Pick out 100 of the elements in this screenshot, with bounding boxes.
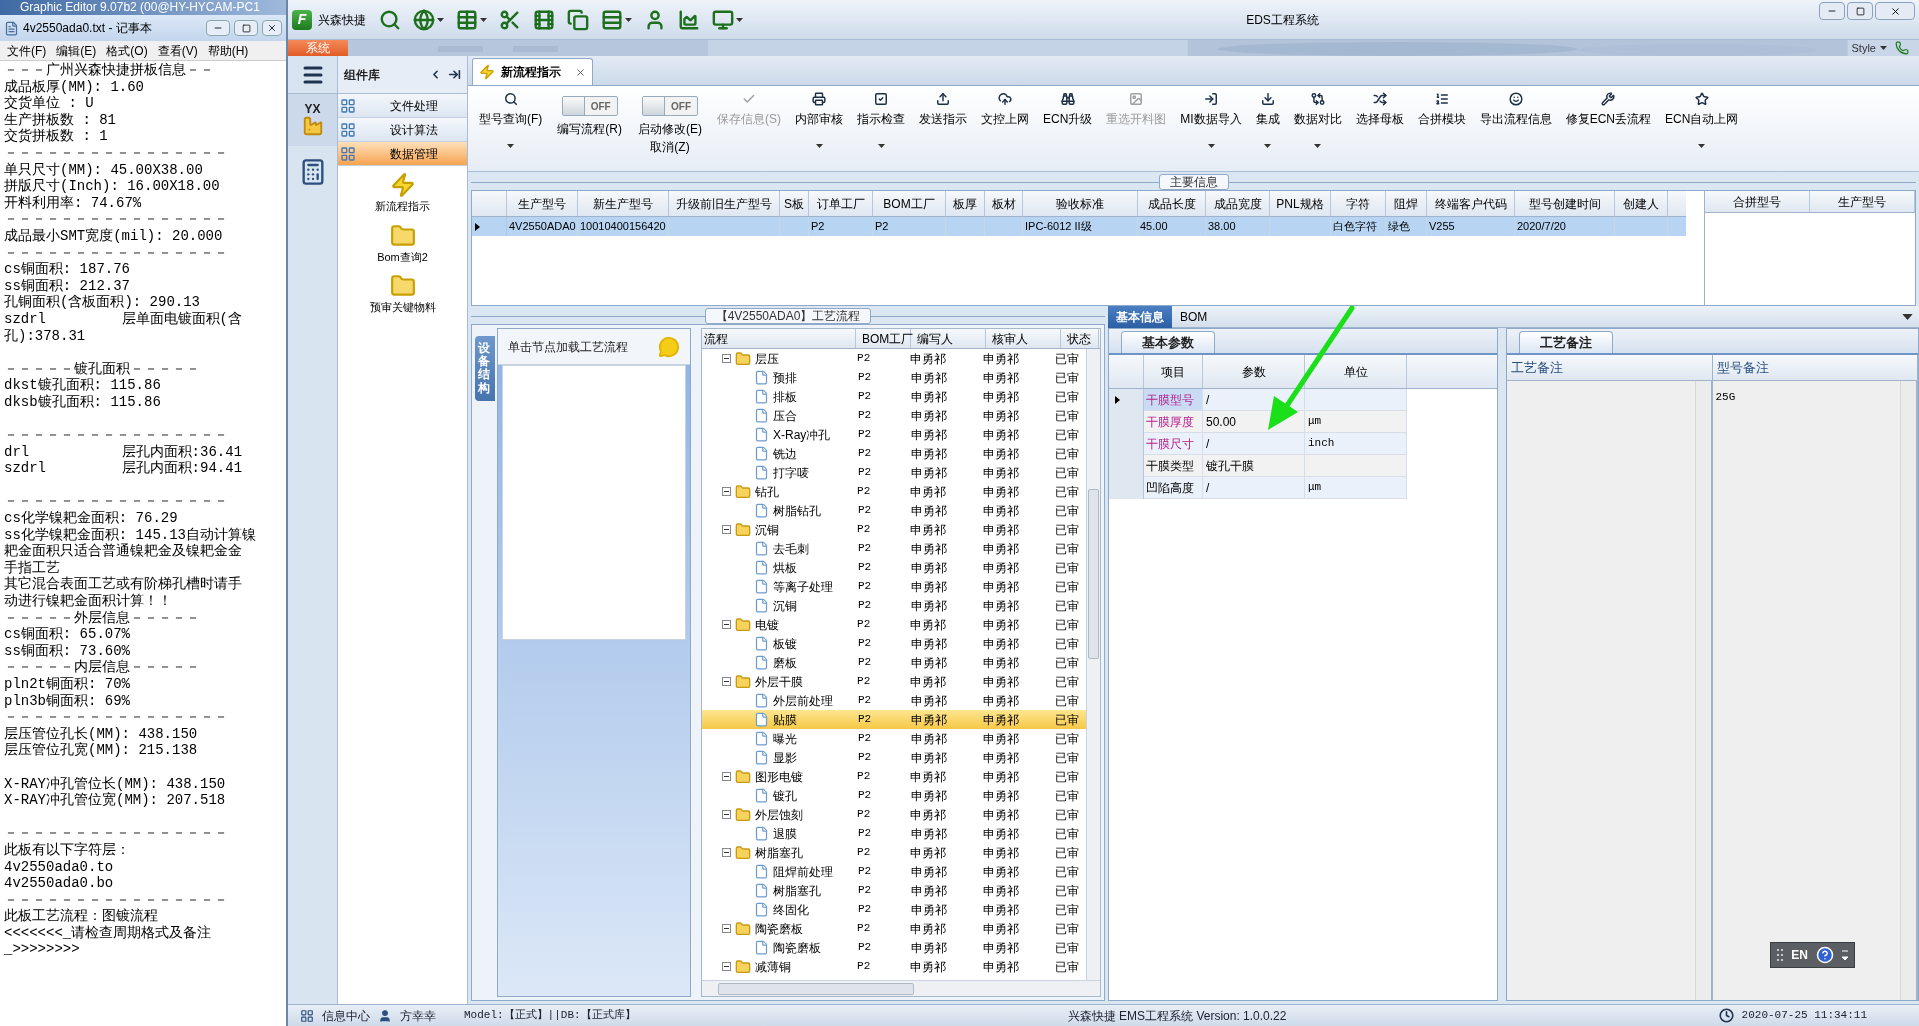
table-row[interactable]: 4V2550ADA0 10010400156420 P2 P2 IPC-6012 II级 45.00 38.00 白色字符 绿色 V255 2020/7/20 <box>472 217 1686 236</box>
document-tab[interactable]: 新流程指示 <box>472 58 593 85</box>
tab[interactable]: 基本信息 <box>1108 305 1172 328</box>
tree-row[interactable]: 终固化 P2 申勇祁 申勇祁 已审 <box>702 900 1086 919</box>
scrollbar-thumb[interactable] <box>718 982 914 995</box>
monitor-icon <box>712 8 734 31</box>
toggle-switch[interactable]: OFF <box>561 96 618 116</box>
collapse-icon[interactable] <box>722 772 731 781</box>
text-line: －－－－－－－－－－－－－－－－ <box>4 144 228 162</box>
tree-row[interactable]: 树脂塞孔 P2 申勇祁 申勇祁 已审 <box>702 881 1086 900</box>
tree-row[interactable]: 沉铜 P2 申勇祁 申勇祁 已审 <box>702 520 1086 539</box>
menu-item[interactable]: 查看(V) <box>152 41 203 60</box>
tree-row[interactable]: 磨板 P2 申勇祁 申勇祁 已审 <box>702 653 1086 672</box>
toolbar-button[interactable]: ECN自动上网 <box>1660 92 1744 148</box>
tree-row[interactable]: 陶瓷磨板 P2 申勇祁 申勇祁 已审 <box>702 919 1086 938</box>
collapse-icon[interactable] <box>722 924 731 933</box>
tree-row[interactable]: 去毛刺 P2 申勇祁 申勇祁 已审 <box>702 539 1086 558</box>
tree-row[interactable]: 预排 P2 申勇祁 申勇祁 已审 <box>702 368 1086 387</box>
toolbar-button[interactable]: ECN升级 <box>1038 92 1098 128</box>
tool-item[interactable]: Bom查询2 <box>377 222 428 265</box>
sidebar-item[interactable]: 设计算法 <box>338 118 467 142</box>
tree-row[interactable]: 减薄铜 P2 申勇祁 申勇祁 已审 <box>702 957 1086 976</box>
factory-tool-button[interactable]: YX <box>288 94 337 146</box>
tree-row[interactable]: 镀孔 P2 申勇祁 申勇祁 已审 <box>702 786 1086 805</box>
tree-row[interactable]: 显影 P2 申勇祁 申勇祁 已审 <box>702 748 1086 767</box>
toolbar-button[interactable]: 修复ECN丢流程 <box>1560 92 1657 128</box>
collapse-icon[interactable] <box>722 487 731 496</box>
tool-item[interactable]: 新流程指示 <box>375 172 430 215</box>
tree-row[interactable]: 钻孔 P2 申勇祁 申勇祁 已审 <box>702 482 1086 501</box>
cancel-button[interactable]: 取消(Z) <box>650 138 690 156</box>
tree-row[interactable]: 外层蚀刻 P2 申勇祁 申勇祁 已审 <box>702 805 1086 824</box>
status-link[interactable]: 信息中心 <box>322 1006 370 1025</box>
menu-item[interactable]: 编辑(E) <box>51 41 102 60</box>
collapse-icon[interactable] <box>722 848 731 857</box>
tree-row[interactable]: 外层干膜 P2 申勇祁 申勇祁 已审 <box>702 672 1086 691</box>
tree-row[interactable]: 贴膜 P2 申勇祁 申勇祁 已审 <box>702 710 1086 729</box>
toggle-switch[interactable]: OFF <box>642 96 698 116</box>
toolbar-button[interactable]: 发送指示 <box>914 92 972 128</box>
side-tab[interactable]: 设备结构 <box>475 336 495 401</box>
menu-item[interactable]: 文件(F) <box>2 41 52 60</box>
text-line: －－－－－外层信息－－－－－ <box>4 609 200 627</box>
tree-row[interactable]: 打字唛 P2 申勇祁 申勇祁 已审 <box>702 463 1086 482</box>
tool-item[interactable]: 预审关键物料 <box>369 273 436 316</box>
tree-row[interactable]: 排板 P2 申勇祁 申勇祁 已审 <box>702 387 1086 406</box>
minimize-button[interactable] <box>206 20 230 36</box>
tree-row[interactable]: X-Ray冲孔 P2 申勇祁 申勇祁 已审 <box>702 425 1086 444</box>
tree-row[interactable]: 层压 P2 申勇祁 申勇祁 已审 <box>702 349 1086 368</box>
collapse-icon[interactable] <box>722 620 731 629</box>
table-cell-text: 申勇祁 <box>981 616 1020 634</box>
close-button[interactable] <box>262 20 282 36</box>
close-icon[interactable] <box>575 66 586 78</box>
tree-row[interactable]: 沉铜 P2 申勇祁 申勇祁 已审 <box>702 596 1086 615</box>
table-cell: μm <box>1305 411 1407 433</box>
sidebar-item[interactable]: 数据管理 <box>338 142 467 166</box>
table-cell-text: 已审 <box>1054 464 1081 482</box>
column-header: 型号备注 <box>1712 355 1918 380</box>
collapse-icon[interactable] <box>722 810 731 819</box>
toolbar-button[interactable]: 选择母板 <box>1350 92 1409 128</box>
sidebar-item[interactable]: 文件处理 <box>338 94 467 118</box>
toolbar-button[interactable]: 内部审核 <box>790 92 848 148</box>
scrollbar[interactable] <box>1086 349 1100 980</box>
tree-row[interactable]: 树脂塞孔 P2 申勇祁 申勇祁 已审 <box>702 843 1086 862</box>
horizontal-scrollbar[interactable] <box>702 980 1100 996</box>
toolbar-button[interactable]: 数据对比 <box>1288 92 1347 148</box>
toolbar-button[interactable]: 导出流程信息 <box>1474 92 1557 128</box>
tab[interactable]: BOM <box>1172 305 1216 328</box>
toolbar-button[interactable]: 合拼模块 <box>1412 92 1471 128</box>
tree-row[interactable]: 等离子处理 P2 申勇祁 申勇祁 已审 <box>702 577 1086 596</box>
tree-row[interactable]: 外层前处理 P2 申勇祁 申勇祁 已审 <box>702 691 1086 710</box>
row-header[interactable] <box>1109 389 1144 411</box>
panel-tab[interactable]: 基本参数 <box>1121 331 1215 353</box>
menu-item[interactable]: 格式(O) <box>101 41 153 60</box>
menu-item[interactable]: 帮助(H) <box>202 41 254 60</box>
tree-row[interactable]: 阻焊前处理 P2 申勇祁 申勇祁 已审 <box>702 862 1086 881</box>
toolbar-button[interactable]: 型号查询(F) <box>474 92 548 148</box>
tree-row[interactable]: 图形电镀 P2 申勇祁 申勇祁 已审 <box>702 767 1086 786</box>
toolbar-button[interactable]: 集成 <box>1250 92 1285 148</box>
table-cell-text: P2 <box>856 940 873 956</box>
tree-row[interactable]: 铣边 P2 申勇祁 申勇祁 已审 <box>702 444 1086 463</box>
toolbar-button[interactable]: 文控上网 <box>976 92 1034 128</box>
maximize-button[interactable] <box>1847 2 1873 20</box>
tree-row[interactable]: 压合 P2 申勇祁 申勇祁 已审 <box>702 406 1086 425</box>
minimize-button[interactable] <box>1819 2 1845 20</box>
tree-row[interactable]: 板镀 P2 申勇祁 申勇祁 已审 <box>702 634 1086 653</box>
tree-row[interactable]: 曝光 P2 申勇祁 申勇祁 已审 <box>702 729 1086 748</box>
collapse-icon[interactable] <box>722 962 731 971</box>
toolbar-button[interactable]: MI数据导入 <box>1175 92 1247 148</box>
language-bar[interactable]: EN <box>1770 942 1855 968</box>
panel-tab[interactable]: 工艺备注 <box>1519 331 1613 353</box>
toolbar-button[interactable]: 指示检查 <box>852 92 910 148</box>
collapse-icon[interactable] <box>722 677 731 686</box>
collapse-icon[interactable] <box>722 354 731 363</box>
tree-row[interactable]: 烘板 P2 申勇祁 申勇祁 已审 <box>702 558 1086 577</box>
tree-row[interactable]: 树脂钻孔 P2 申勇祁 申勇祁 已审 <box>702 501 1086 520</box>
tree-row[interactable]: 电镀 P2 申勇祁 申勇祁 已审 <box>702 615 1086 634</box>
tree-row[interactable]: 退膜 P2 申勇祁 申勇祁 已审 <box>702 824 1086 843</box>
tree-row[interactable]: 陶瓷磨板 P2 申勇祁 申勇祁 已审 <box>702 938 1086 957</box>
scrollbar-thumb[interactable] <box>1088 489 1099 659</box>
text-line: 4v2550ada0.to <box>4 858 114 876</box>
collapse-icon[interactable] <box>722 525 731 534</box>
